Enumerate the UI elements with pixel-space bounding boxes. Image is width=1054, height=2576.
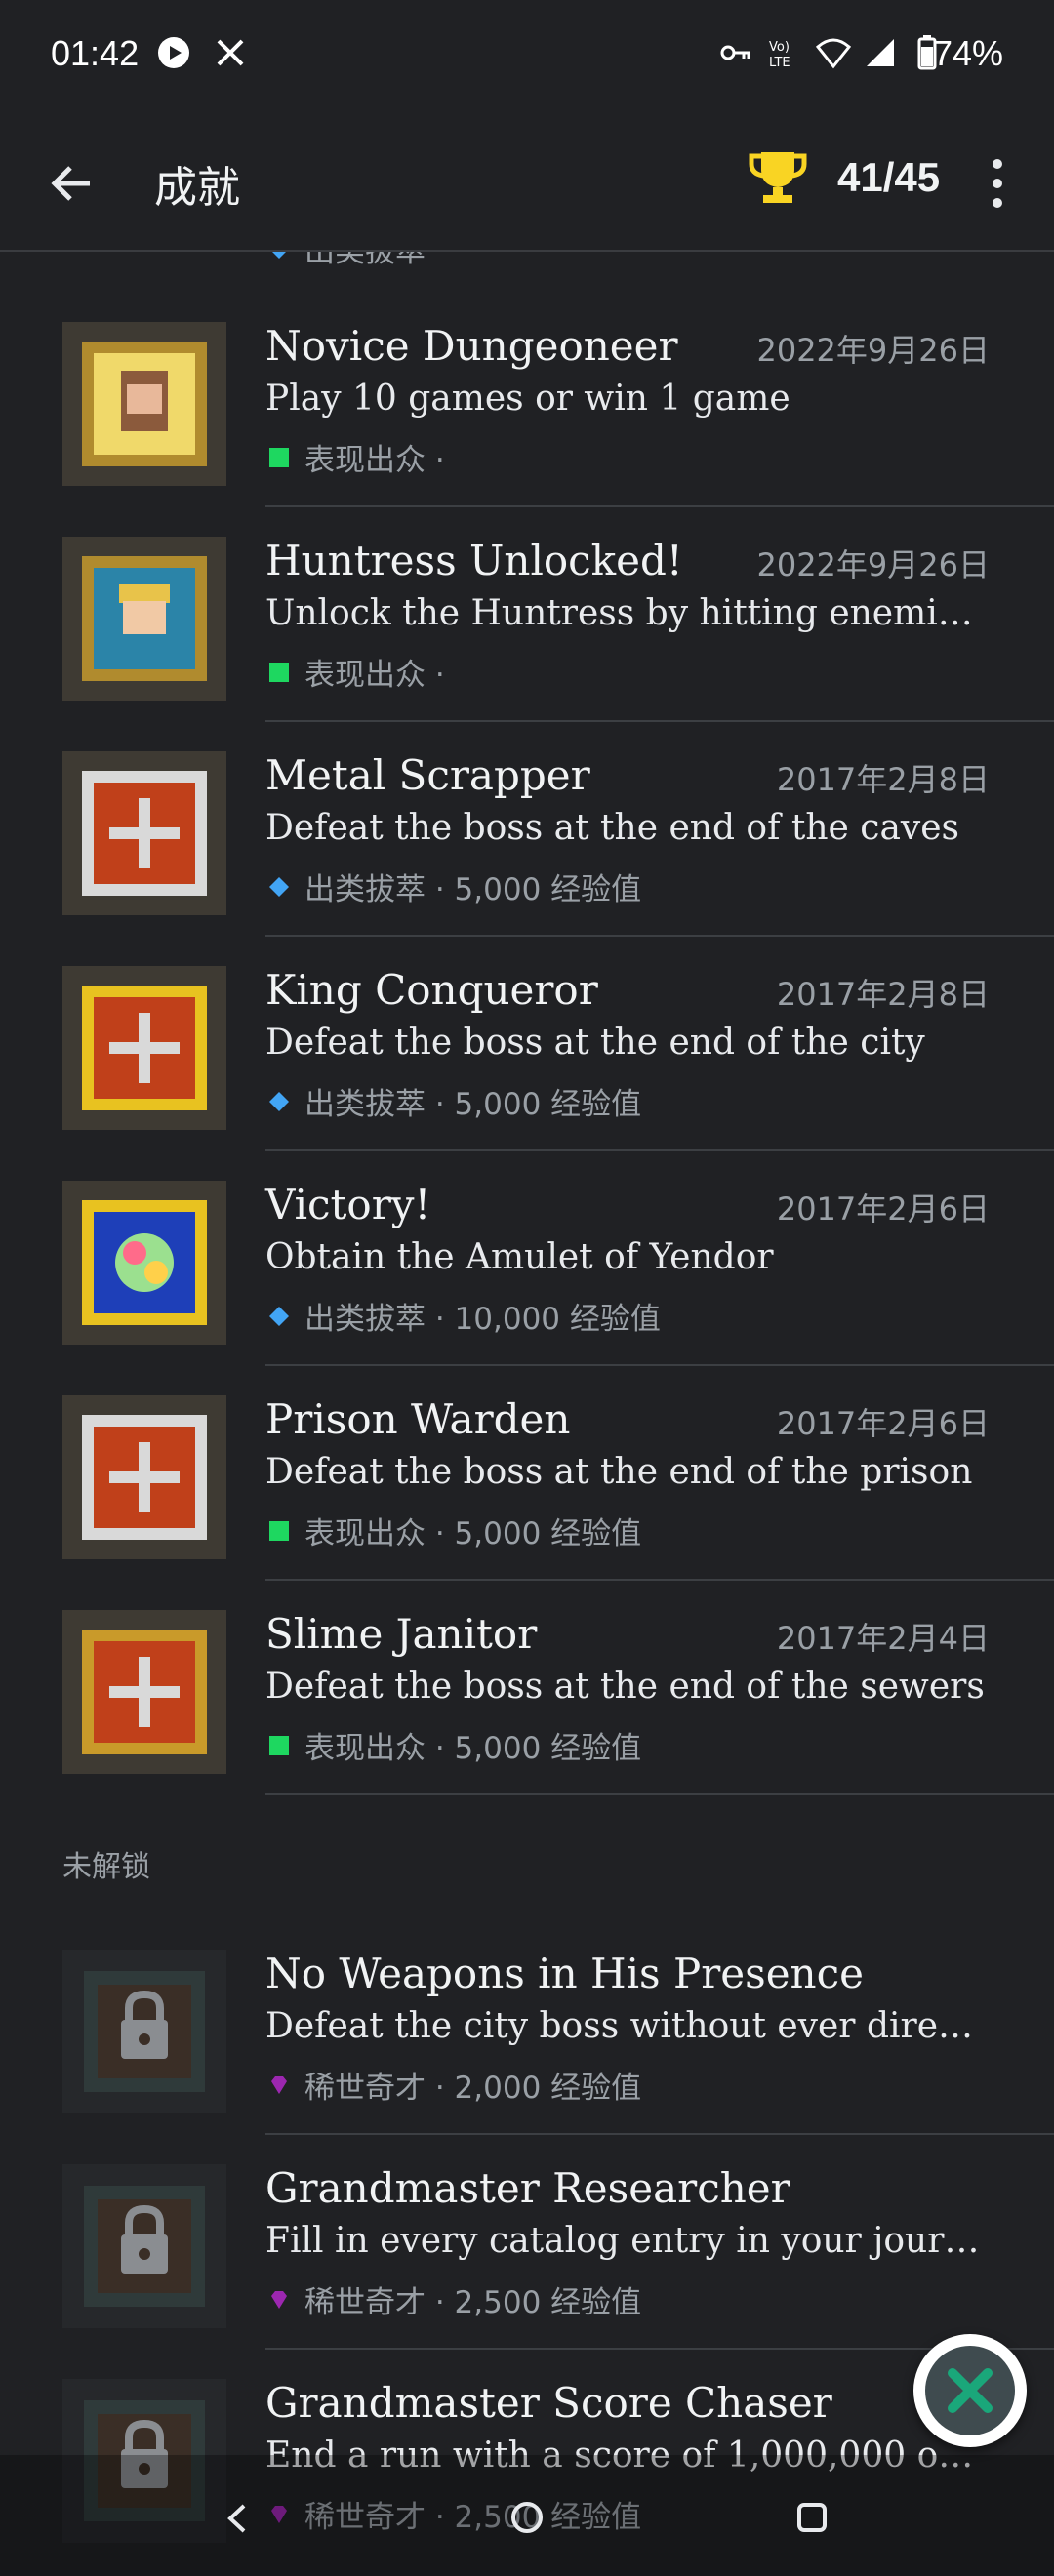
achievement-description: Defeat the city boss without ever direct… [265, 2006, 988, 2046]
achievement-name: Metal Scrapper [265, 751, 590, 799]
back-arrow-icon[interactable] [45, 156, 100, 211]
svg-text:LTE: LTE [769, 56, 790, 70]
achievement-name: Grandmaster Researcher [265, 2164, 790, 2212]
achievement-row-king-conqueror[interactable]: King Conqueror 2017年2月8日 Defeat the boss… [0, 937, 1054, 1151]
achievement-meta: 表现出众 · [265, 650, 445, 694]
media-play-icon [158, 37, 189, 68]
wifi-icon [816, 38, 851, 69]
achievement-count: 41/45 [837, 154, 941, 200]
achievement-row-victory[interactable]: Victory! 2017年2月6日 Obtain the Amulet of … [0, 1151, 1054, 1366]
achievement-description: Defeat the boss at the end of the city [265, 1023, 925, 1063]
rarity-square-icon [269, 1520, 289, 1541]
boss-badge-silver-icon [62, 751, 226, 915]
achievement-meta: 稀世奇才 · 2,000 经验值 [265, 2063, 641, 2107]
achievement-name: Novice Dungeoneer [265, 322, 678, 370]
nav-home-icon[interactable] [509, 2500, 545, 2535]
achievement-row-no-weapons[interactable]: No Weapons in His Presence Defeat the ci… [0, 1920, 1054, 2135]
achievement-meta: 出类拔萃 · 5,000 经验值 [265, 865, 641, 908]
battery-percent: 74% [932, 33, 1003, 73]
lock-icon [62, 2164, 226, 2328]
achievement-date: 2017年2月8日 [776, 761, 990, 798]
rarity-square-icon [269, 662, 289, 682]
floating-game-button[interactable] [913, 2334, 1027, 2447]
rarity-gem-icon [271, 2290, 287, 2309]
achievement-description: Defeat the boss at the end of the caves [265, 808, 960, 848]
cellular-signal-icon [867, 39, 894, 66]
achievement-meta: 稀世奇才 · 2,500 经验值 [265, 2277, 641, 2321]
status-bar: 01:42 Vo) LTE 74% [0, 0, 1054, 117]
divider [265, 1793, 1054, 1795]
achievement-description: Defeat the boss at the end of the prison [265, 1452, 973, 1492]
achievement-row-novice-dungeoneer[interactable]: Novice Dungeoneer 2022年9月26日 Play 10 gam… [0, 293, 1054, 507]
achievement-name: Grandmaster Score Chaser [265, 2379, 832, 2427]
achievement-meta: 出类拔萃 · 5,000 经验值 [265, 1079, 641, 1123]
boss-badge-silver-icon [62, 1395, 226, 1559]
boss-badge-gold-icon [62, 966, 226, 1130]
achievement-name: No Weapons in His Presence [265, 1950, 864, 1997]
trophy-icon [749, 152, 807, 203]
lock-icon [62, 1950, 226, 2113]
achievement-description: Defeat the boss at the end of the sewers [265, 1667, 985, 1707]
rarity-square-icon [269, 1735, 289, 1755]
nav-back-icon[interactable] [221, 2502, 254, 2535]
vpn-key-icon [720, 45, 750, 60]
achievement-date: 2017年2月4日 [776, 1620, 990, 1657]
volte-icon: Vo)LTE [769, 40, 790, 70]
rarity-gem-icon [271, 2075, 287, 2094]
achievement-meta: 表现出众 · 5,000 经验值 [265, 1723, 641, 1767]
achievement-description: Obtain the Amulet of Yendor [265, 1237, 774, 1277]
boss-badge-bronze-icon [62, 1610, 226, 1774]
rarity-diamond-icon [269, 1306, 289, 1326]
x-app-icon [217, 39, 244, 66]
achievement-name: Victory! [265, 1181, 431, 1228]
more-options-icon[interactable] [980, 154, 1015, 213]
app-bar: 成就 41/45 [0, 117, 1054, 252]
svg-text:Vo): Vo) [769, 40, 790, 55]
achievement-name: Slime Janitor [265, 1610, 538, 1658]
dungeoneer-badge-icon [62, 322, 226, 486]
status-time: 01:42 [51, 33, 140, 73]
locked-section-header: 未解锁 [62, 1850, 150, 1884]
achievement-name: Prison Warden [265, 1395, 571, 1443]
achievement-description: Play 10 games or win 1 game [265, 379, 790, 419]
achievement-row-metal-scrapper[interactable]: Metal Scrapper 2017年2月8日 Defeat the boss… [0, 722, 1054, 937]
achievement-row-huntress-unlocked[interactable]: Huntress Unlocked! 2022年9月26日 Unlock the… [0, 507, 1054, 722]
achievement-date: 2017年2月6日 [776, 1190, 990, 1228]
achievement-name: King Conqueror [265, 966, 598, 1014]
achievement-date: 2022年9月26日 [756, 546, 990, 584]
achievement-row-slime-janitor[interactable]: Slime Janitor 2017年2月4日 Defeat the boss … [0, 1581, 1054, 1795]
page-title: 成就 [154, 163, 240, 213]
achievement-date: 2017年2月8日 [776, 976, 990, 1013]
achievement-date: 2017年2月6日 [776, 1405, 990, 1442]
achievement-meta: 出类拔萃 · 10,000 经验值 [265, 1294, 661, 1338]
rarity-square-icon [269, 447, 289, 467]
achievement-name: Huntress Unlocked! [265, 537, 683, 584]
rarity-diamond-icon [269, 876, 289, 897]
achievement-meta: 表现出众 · 5,000 经验值 [265, 1509, 641, 1552]
rarity-diamond-icon [269, 1091, 289, 1111]
achievement-meta: 表现出众 · [265, 435, 445, 479]
achievement-description: Unlock the Huntress by hitting enemies… [265, 593, 988, 633]
achievement-date: 2022年9月26日 [756, 332, 990, 369]
huntress-badge-icon [62, 537, 226, 701]
game-x-icon [925, 2346, 1015, 2435]
achievement-row-prison-warden[interactable]: Prison Warden 2017年2月6日 Defeat the boss … [0, 1366, 1054, 1581]
achievement-description: Fill in every catalog entry in your jour… [265, 2221, 988, 2261]
amulet-badge-icon [62, 1181, 226, 1345]
achievement-row-grandmaster-researcher[interactable]: Grandmaster Researcher Fill in every cat… [0, 2135, 1054, 2350]
nav-recents-icon[interactable] [796, 2502, 828, 2533]
system-navigation-bar [0, 2455, 1054, 2576]
